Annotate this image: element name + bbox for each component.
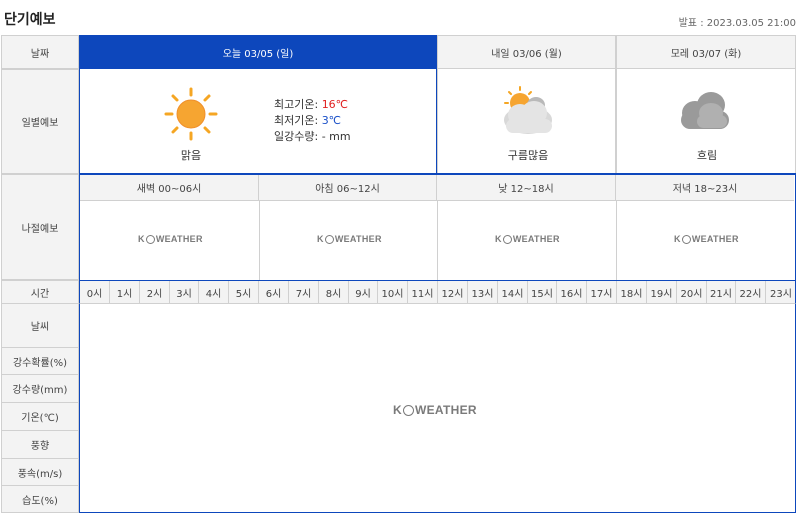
hour-cell: 0시 [80, 281, 110, 303]
hour-cell: 14시 [498, 281, 528, 303]
label-wind-speed: 풍속(m/s) [1, 459, 79, 486]
today-condition: 맑음 [180, 149, 202, 162]
hour-cell: 9시 [349, 281, 378, 303]
hour-cell: 16시 [557, 281, 587, 303]
tomorrow-condition: 구름많음 [507, 149, 549, 162]
hour-cell: 1시 [110, 281, 140, 303]
kweather-logo: K WEATHER [495, 234, 560, 244]
max-temp-value: 16℃ [321, 98, 349, 111]
rain-label: 일강수량: [274, 130, 319, 143]
period-evening: 저녁 18~23시 [616, 175, 794, 201]
max-temp-label: 최고기온: [274, 98, 319, 111]
kweather-logo: K WEATHER [138, 234, 203, 244]
period-morning: 아침 06~12시 [259, 175, 437, 201]
rain-value: - mm [321, 130, 351, 143]
hour-cell: 15시 [528, 281, 557, 303]
kweather-logo: K WEATHER [317, 234, 382, 244]
hour-cell: 7시 [289, 281, 319, 303]
today-forecast: 맑음 최고기온: 16℃ 최저기온: 3℃ 일강수량: - mm [79, 69, 437, 174]
label-humidity: 습도(%) [1, 486, 79, 513]
hour-cell: 17시 [587, 281, 617, 303]
min-temp-label: 최저기온: [274, 114, 319, 127]
hour-cell: 18시 [617, 281, 647, 303]
tab-tomorrow[interactable]: 내일 03/06 (월) [437, 35, 616, 69]
label-date: 날짜 [1, 35, 79, 69]
sun-icon [164, 87, 218, 141]
hour-cell: 20시 [677, 281, 707, 303]
hour-cell: 4시 [199, 281, 229, 303]
cloudy-icon [681, 92, 729, 129]
kweather-logo-large: K WEATHER [393, 403, 477, 417]
min-temp-value: 3℃ [321, 114, 342, 127]
hour-cell: 11시 [408, 281, 438, 303]
hour-cell: 22시 [736, 281, 766, 303]
label-precip-prob: 강수확률(%) [1, 348, 79, 375]
period-forecast: 새벽 00~06시 아침 06~12시 낮 12~18시 저녁 18~23시 K… [79, 174, 796, 281]
hour-cell: 13시 [468, 281, 498, 303]
hour-cell: 19시 [647, 281, 677, 303]
hour-cell: 6시 [259, 281, 289, 303]
hourly-detail-panel: K WEATHER [79, 304, 796, 513]
kweather-logo: K WEATHER [674, 234, 739, 244]
hour-cell: 8시 [319, 281, 349, 303]
page-title: 단기예보 [4, 12, 56, 28]
tomorrow-forecast: 구름많음 [437, 69, 616, 174]
hour-cell: 21시 [707, 281, 736, 303]
today-temps: 최고기온: 16℃ 최저기온: 3℃ 일강수량: - mm [274, 97, 351, 145]
day-after-condition: 흐림 [696, 149, 718, 162]
day-after-forecast: 흐림 [616, 69, 796, 174]
label-weather: 날씨 [1, 304, 79, 348]
hour-cell: 5시 [229, 281, 259, 303]
label-period: 나절예보 [1, 174, 79, 280]
label-precip-amt: 강수량(mm) [1, 375, 79, 403]
period-day: 낮 12~18시 [437, 175, 616, 201]
hour-cell: 2시 [140, 281, 170, 303]
hour-cell: 23시 [770, 288, 792, 300]
hour-cell: 12시 [438, 281, 468, 303]
hour-cell: 10시 [378, 281, 408, 303]
label-daily: 일별예보 [1, 69, 79, 174]
period-dawn: 새벽 00~06시 [80, 175, 259, 201]
label-temp: 기온(℃) [1, 403, 79, 431]
announce-time: 발표 : 2023.03.05 21:00 [678, 18, 796, 29]
tab-today[interactable]: 오늘 03/05 (일) [79, 35, 437, 69]
hour-cell: 3시 [170, 281, 199, 303]
tab-day-after[interactable]: 모레 03/07 (화) [616, 35, 796, 69]
label-time: 시간 [1, 280, 79, 304]
label-wind-dir: 풍향 [1, 431, 79, 459]
partly-cloudy-icon [504, 86, 552, 134]
